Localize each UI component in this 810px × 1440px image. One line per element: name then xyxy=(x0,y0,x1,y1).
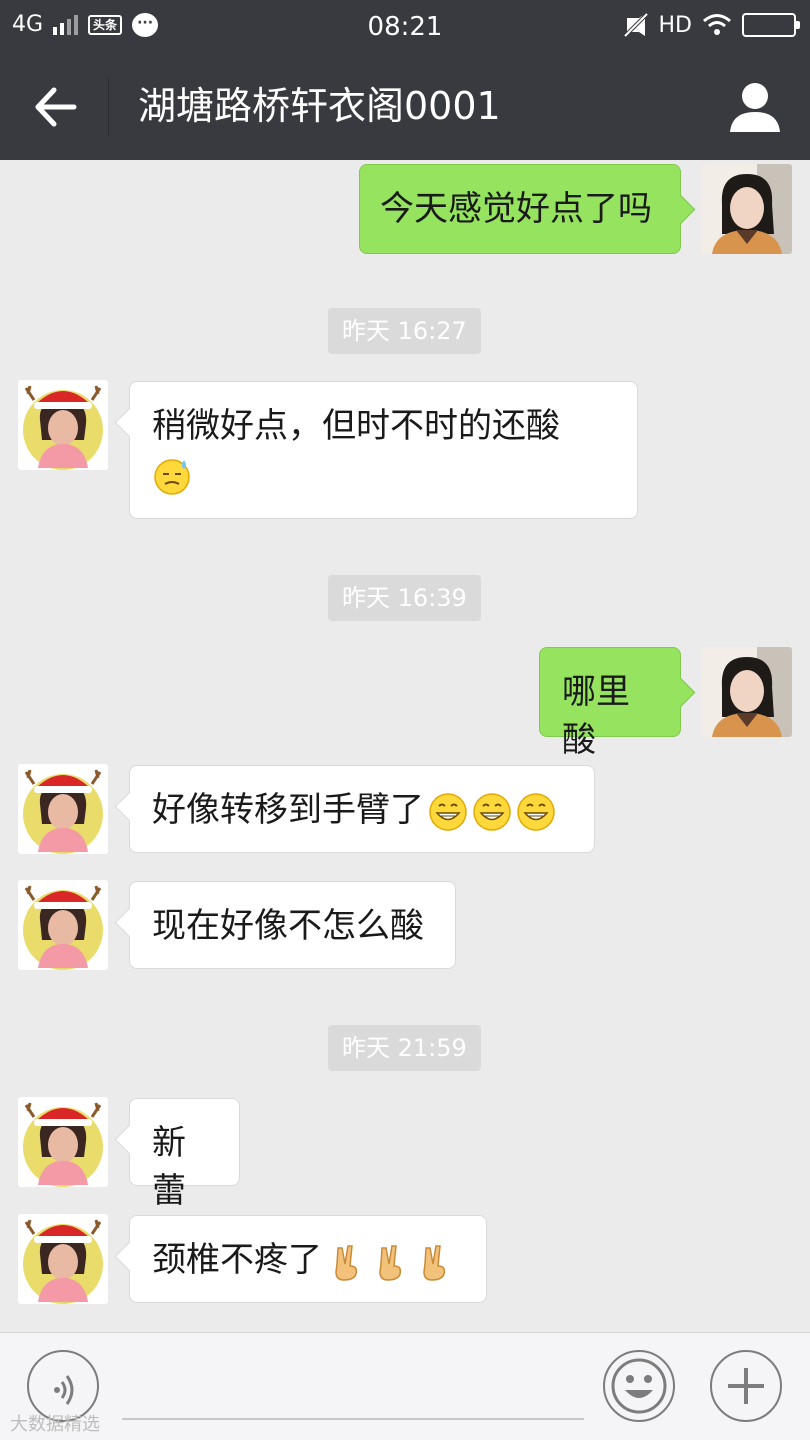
watermark: 大数据精选 xyxy=(10,1414,100,1435)
contact-avatar[interactable] xyxy=(18,880,108,970)
message-text: 今天感觉好点了吗 xyxy=(380,189,652,229)
input-bar xyxy=(0,1332,810,1440)
smiley-icon xyxy=(611,1358,667,1414)
message-text: 稍微好点，但时不时的还酸 xyxy=(152,406,560,446)
battery-icon xyxy=(742,13,800,37)
page-title: 湖塘路桥轩衣阁0001 xyxy=(138,84,501,128)
hd-label: HD xyxy=(658,12,692,38)
message-bubble-incoming[interactable]: 稍微好点，但时不时的还酸 xyxy=(129,381,638,519)
arrow-left-icon xyxy=(35,87,77,127)
status-bar: 4G 头条 ··· 08:21 HD xyxy=(0,0,810,54)
contact-avatar[interactable] xyxy=(18,1097,108,1187)
person-icon xyxy=(730,83,780,132)
message-bubble-incoming[interactable]: 新蕾 xyxy=(129,1098,240,1211)
my-avatar[interactable] xyxy=(702,164,792,254)
timestamp: 昨天 16:39 xyxy=(328,575,481,621)
message-text: 好像转移到手臂了 xyxy=(152,790,424,830)
message-bubble-outgoing[interactable]: 今天感觉好点了吗 xyxy=(359,164,681,254)
message-bubble-incoming[interactable]: 现在好像不怎么酸 xyxy=(129,881,456,969)
my-avatar[interactable] xyxy=(702,647,792,737)
header-divider xyxy=(108,78,109,136)
message-text: 现在好像不怎么酸 xyxy=(152,906,424,946)
grin-emoji-icon xyxy=(428,792,468,832)
message-list[interactable]: 今天感觉好点了吗 昨天 16:27 稍微好点，但时不时的还酸 昨天 16:39 … xyxy=(0,160,810,1332)
timestamp: 昨天 16:27 xyxy=(328,308,481,354)
emoji-button[interactable] xyxy=(603,1350,675,1422)
message-bubble-incoming[interactable]: 好像转移到手臂了 xyxy=(129,765,595,853)
message-text: 颈椎不疼了 xyxy=(152,1240,322,1280)
message-text: 新蕾 xyxy=(152,1123,186,1211)
plus-icon xyxy=(728,1368,764,1404)
victory-hand-emoji-icon xyxy=(414,1242,454,1282)
contact-avatar[interactable] xyxy=(18,764,108,854)
message-bubble-outgoing[interactable]: 哪里酸 xyxy=(539,647,681,760)
wifi-icon xyxy=(703,14,731,35)
status-right: HD xyxy=(623,12,800,38)
contact-avatar[interactable] xyxy=(18,1214,108,1304)
message-input[interactable] xyxy=(122,1418,584,1420)
chat-info-button[interactable] xyxy=(726,78,784,134)
message-text: 哪里酸 xyxy=(562,672,630,760)
more-button[interactable] xyxy=(710,1350,782,1422)
victory-hand-emoji-icon xyxy=(370,1242,410,1282)
chat-header: 湖塘路桥轩衣阁0001 xyxy=(0,54,810,160)
vibrate-off-icon xyxy=(623,12,648,38)
contact-avatar[interactable] xyxy=(18,380,108,470)
timestamp: 昨天 21:59 xyxy=(328,1025,481,1071)
grin-emoji-icon xyxy=(516,792,556,832)
back-button[interactable] xyxy=(26,80,86,134)
victory-hand-emoji-icon xyxy=(326,1242,366,1282)
grin-emoji-icon xyxy=(472,792,512,832)
sweat-smile-emoji-icon xyxy=(152,456,192,496)
message-bubble-incoming[interactable]: 颈椎不疼了 xyxy=(129,1215,487,1303)
